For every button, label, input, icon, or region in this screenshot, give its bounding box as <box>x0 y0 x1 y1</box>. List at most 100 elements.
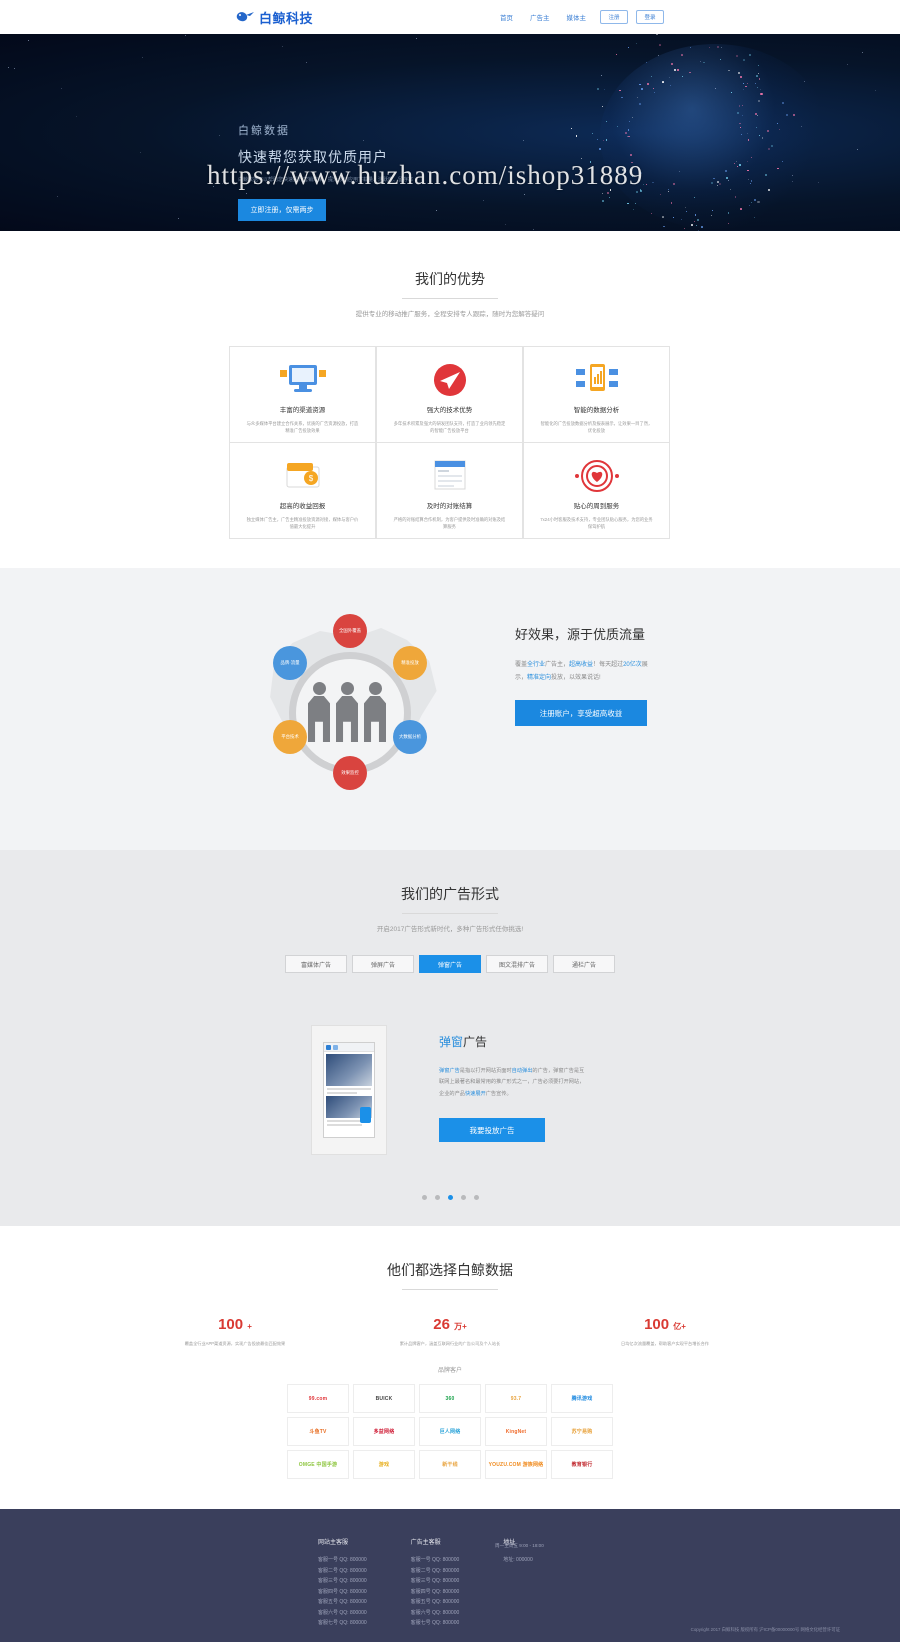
site-footer: 网站主客服 客服一号 QQ: 800000 客服二号 QQ: 800000 客服三号 … <box>0 1509 900 1642</box>
footer-link[interactable]: 客服三号 QQ: 800000 <box>318 1576 367 1587</box>
stat-value: 100 <box>644 1316 670 1333</box>
particle-dot <box>753 199 756 202</box>
format-cta-button[interactable]: 我要投放广告 <box>439 1118 545 1143</box>
footer-link[interactable]: 客服四号 QQ: 800000 <box>318 1587 367 1598</box>
footer-link[interactable]: 客服五号 QQ: 800000 <box>318 1597 367 1608</box>
carousel-dot[interactable] <box>434 1195 440 1200</box>
client-logo: 斗鱼TV <box>287 1417 349 1447</box>
footer-link[interactable]: 客服二号 QQ: 800000 <box>411 1566 460 1577</box>
advantage-name: 强大的技术优势 <box>426 406 473 414</box>
footer-link[interactable]: 客服五号 QQ: 800000 <box>411 1597 460 1608</box>
carousel-dot[interactable] <box>421 1195 427 1200</box>
particle-dot <box>768 148 770 150</box>
register-button[interactable]: 注册 <box>600 10 628 24</box>
format-tab[interactable]: 富媒体广告 <box>285 955 347 973</box>
carousel-dot[interactable] <box>473 1195 479 1200</box>
traffic-bubble: 精准投放 <box>393 646 427 680</box>
particle-dot <box>415 37 417 39</box>
title-divider <box>402 1289 498 1290</box>
advantage-desc: 7x24小时客服及技术支持，专业团队贴心服务，为您的业务保驾护航 <box>540 516 653 530</box>
highlight-text: 精准定向 <box>527 674 552 681</box>
particle-dot <box>14 67 16 69</box>
particle-dot <box>627 202 629 205</box>
advantage-name: 贴心的周到服务 <box>573 502 620 510</box>
particle-dot <box>673 183 675 185</box>
advantage-card[interactable]: 丰富的渠道资源 与众多媒体平台建立合作关系，优质的广告资源投放，打造精准广告投放效… <box>229 345 376 443</box>
particle-dot <box>592 133 593 135</box>
footer-link[interactable]: 客服一号 QQ: 800000 <box>318 1555 367 1566</box>
page-root: 白鲸科技 首页 广告主 媒体主 注册 登录 白鲸数据 快速帮您获取优质用户 白鲸… <box>0 0 900 1642</box>
particle-dot <box>730 91 732 93</box>
particle-dot <box>757 73 759 74</box>
nav-item-home[interactable]: 首页 <box>500 12 513 22</box>
particle-dot <box>533 229 535 231</box>
particle-dot <box>652 88 654 89</box>
advantages-title: 我们的优势 <box>415 271 485 287</box>
advantages-subtitle: 提供专业的移动推广服务，全程安排专人跟踪，随时为您解答疑问 <box>355 311 545 318</box>
advantage-card[interactable]: 智能的数据分析 智能化的广告投放数据分析及报表展示，让效果一目了然，优化投放 <box>523 345 670 443</box>
particle-dot <box>754 216 755 218</box>
footer-link[interactable]: 地址: 000000 <box>503 1555 532 1566</box>
particle-dot <box>653 91 655 93</box>
hero-cta-button[interactable]: 立即注册，仅需两步 <box>238 198 326 221</box>
advantage-card[interactable]: 贴心的周到服务 7x24小时客服及技术支持，专业团队贴心服务，为您的业务保驾护航 <box>523 441 670 539</box>
particle-dot <box>745 85 747 88</box>
nav-item-advertiser[interactable]: 广告主 <box>530 12 550 22</box>
particle-dot <box>740 133 742 135</box>
particle-dot <box>61 87 63 89</box>
footer-link[interactable]: 客服六号 QQ: 800000 <box>318 1608 367 1619</box>
traffic-bubble: 全国外覆盖 <box>333 614 367 648</box>
footer-link[interactable]: 客服七号 QQ: 800000 <box>411 1618 460 1629</box>
particle-dot <box>748 53 751 56</box>
particle-dot <box>645 183 647 185</box>
format-paragraph: 弹窗广告是指以打开网站页面时自动弹出的广告，弹窗广告是互联网上最著名和最常用的推… <box>439 1066 589 1100</box>
nav-item-publisher[interactable]: 媒体主 <box>567 12 587 22</box>
footer-column: 地址 地址: 000000 <box>503 1537 532 1629</box>
advantage-card[interactable]: $ 超高的收益回报 独立媒体广告主，广告主精准投放资源对接，媒体与客户价值最大化提升 <box>229 441 376 539</box>
particle-dot <box>28 39 30 41</box>
carousel-dot[interactable] <box>447 1195 453 1200</box>
format-tab[interactable]: 图文混排广告 <box>486 955 548 973</box>
advantages-grid: 丰富的渠道资源 与众多媒体平台建立合作关系，优质的广告资源投放，打造精准广告投放效… <box>229 345 670 539</box>
particle-dot <box>56 195 58 197</box>
highlight-text: 弹窗广告 <box>439 1068 460 1074</box>
footer-link[interactable]: 客服一号 QQ: 800000 <box>411 1555 460 1566</box>
globe-graphic <box>600 44 830 229</box>
site-logo[interactable]: 白鲸科技 <box>236 8 313 27</box>
traffic-diagram: 全国外覆盖 精准投放 大数据分析 效果监控 平台技术 品牌·流量 <box>245 608 455 808</box>
advantage-desc: 智能化的广告投放数据分析及报表展示，让效果一目了然，优化投放 <box>540 420 653 434</box>
advantage-card[interactable]: 强大的技术优势 多年技术积累及强大的研发团队支持，打造了业内领先稳定的智能广告投放… <box>376 345 523 443</box>
footer-link[interactable]: 客服三号 QQ: 800000 <box>411 1576 460 1587</box>
login-button[interactable]: 登录 <box>636 10 664 24</box>
carousel-dots <box>0 1195 900 1200</box>
title-divider <box>402 913 498 914</box>
particle-dot <box>8 67 10 69</box>
particle-dot <box>504 223 506 225</box>
footer-link[interactable]: 客服六号 QQ: 800000 <box>411 1608 460 1619</box>
document-icon <box>427 456 473 496</box>
format-heading-highlight: 弹窗 <box>439 1035 464 1049</box>
particle-dot <box>739 164 741 166</box>
traffic-cta-button[interactable]: 注册账户，享受超高收益 <box>515 700 647 727</box>
footer-link[interactable]: 客服二号 QQ: 800000 <box>318 1566 367 1577</box>
particle-dot <box>875 90 877 92</box>
particle-dot <box>693 196 695 198</box>
footer-link[interactable]: 客服七号 QQ: 800000 <box>318 1618 367 1629</box>
carousel-dot[interactable] <box>460 1195 466 1200</box>
particle-dot <box>776 122 778 124</box>
advantage-card[interactable]: 及时的对账结算 严格的对账结算合作机制，为客户提供及时准确的对账及结算服务 <box>376 441 523 539</box>
format-tab[interactable]: 通栏广告 <box>553 955 615 973</box>
advantages-section: 我们的优势 提供专业的移动推广服务，全程安排专人跟踪，随时为您解答疑问 丰富的渠… <box>0 231 900 568</box>
stat-number: 26 万+ <box>373 1316 528 1333</box>
particle-dot <box>681 54 683 56</box>
particle-dot <box>605 121 607 122</box>
format-heading: 弹窗广告 <box>439 1033 589 1050</box>
format-tab[interactable]: 弹屏广告 <box>352 955 414 973</box>
particle-dot <box>861 51 863 53</box>
format-tab[interactable]: 弹窗广告 <box>419 955 481 973</box>
particle-dot <box>759 89 761 90</box>
footer-link[interactable]: 客服四号 QQ: 800000 <box>411 1587 460 1598</box>
particle-dot <box>686 211 687 213</box>
particle-dot <box>728 179 730 181</box>
particle-dot <box>596 138 598 140</box>
